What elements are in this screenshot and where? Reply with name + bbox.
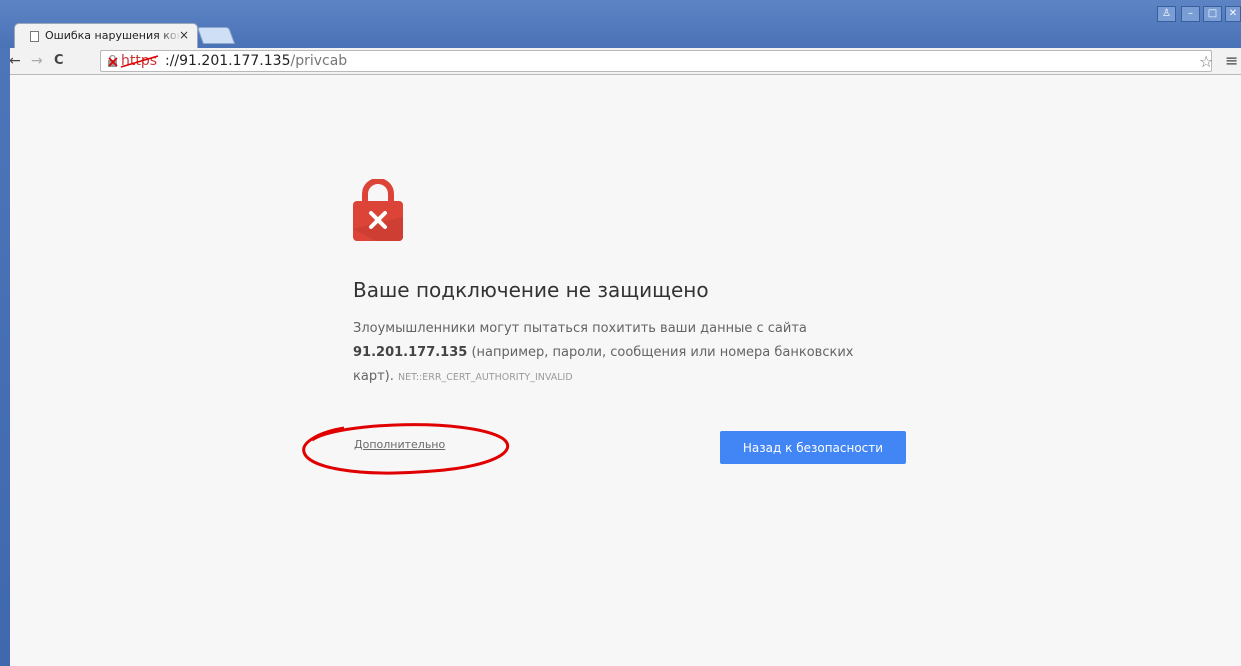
page-icon [30,31,39,42]
close-window-icon[interactable]: ✕ [1225,6,1241,22]
url-host-text: ://91.201.177.135 [165,53,291,69]
address-bar[interactable]: https ://91.201.177.135/privcab [100,50,1212,72]
bookmark-star-icon[interactable]: ☆ [1199,52,1213,71]
back-to-safety-button[interactable]: Назад к безопасности [720,431,906,464]
desc-text-1: Злоумышленники могут пытаться похитить в… [353,321,807,336]
menu-icon[interactable]: ≡ [1225,51,1238,70]
user-profile-icon[interactable]: ♙ [1157,6,1176,22]
page-title: Ваше подключение не защищено [353,278,709,302]
reload-icon[interactable]: C [54,52,64,70]
warning-description: Злоумышленники могут пытаться похитить в… [353,317,893,390]
advanced-details-link[interactable]: Дополнительно [354,438,445,451]
scheme-strike-mark [120,55,159,68]
maximize-icon[interactable]: □ [1203,6,1222,22]
forward-arrow-icon[interactable]: → [31,52,43,70]
interstitial-page: Ваше подключение не защищено Злоумышленн… [10,75,1241,666]
title-bar: Ошибка нарушения конфиденциальности × ♙ … [0,0,1241,48]
url-host: ://91.201.177.135/privcab [165,53,347,70]
back-arrow-icon[interactable]: ← [9,52,21,70]
broken-lock-icon[interactable] [107,55,118,67]
minimize-icon[interactable]: – [1181,6,1200,22]
tab-close-icon[interactable]: × [179,27,189,43]
red-lock-icon [353,179,403,241]
url-path: /privcab [290,53,348,69]
toolbar: ← → C https ://91.201.177.135/privcab [0,48,1241,75]
tab-active[interactable]: Ошибка нарушения конфиденциальности × [14,23,198,48]
tab-title: Ошибка нарушения конфиденциальности [45,29,181,42]
site-host: 91.201.177.135 [353,345,468,360]
error-code: NET::ERR_CERT_AUTHORITY_INVALID [398,372,573,383]
new-tab-button[interactable] [196,27,236,44]
window-left-edge [0,48,10,666]
